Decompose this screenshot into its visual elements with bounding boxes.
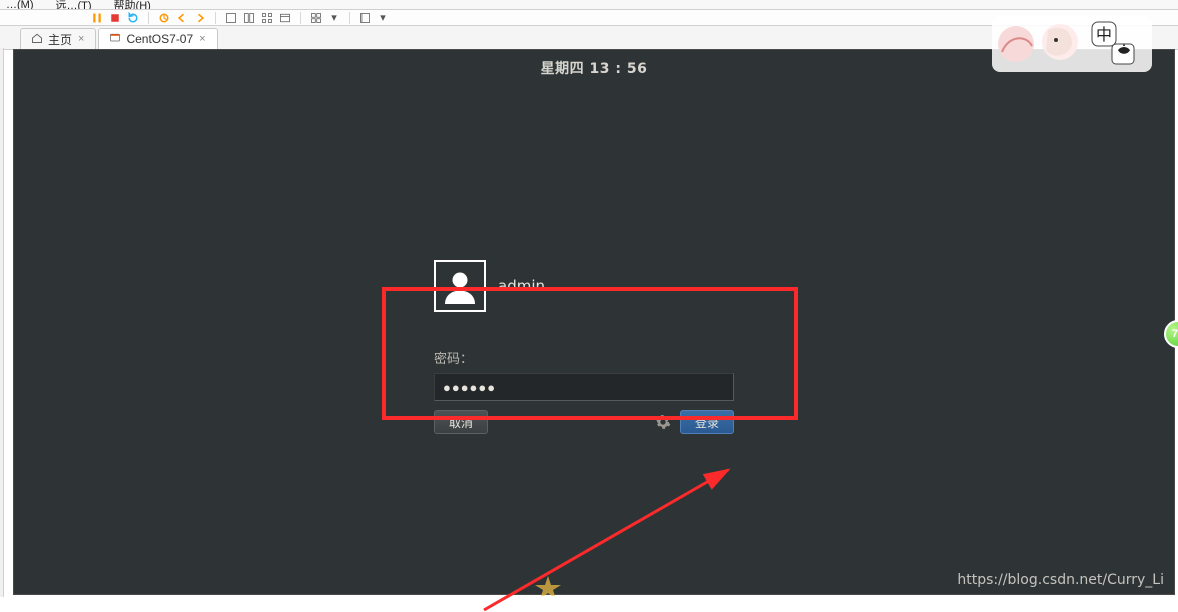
sidebar-strip <box>0 48 4 597</box>
restart-icon[interactable] <box>126 11 140 25</box>
menu-fragment[interactable]: …(M) <box>6 0 34 10</box>
revert-icon[interactable] <box>175 11 189 25</box>
watermark-text: https://blog.csdn.net/Curry_Li <box>957 572 1164 588</box>
guest-display: 星期四 13 : 56 admin 密码： 取消 登录 <box>14 50 1174 594</box>
badge-70-text: 70 <box>1172 328 1178 340</box>
unity-icon[interactable] <box>242 11 256 25</box>
tab-home[interactable]: 主页 × <box>20 28 96 50</box>
button-row: 取消 登录 <box>434 410 734 434</box>
fullscreen-icon[interactable] <box>224 11 238 25</box>
star-icon <box>534 576 562 600</box>
overlay-avatar: 中 <box>992 16 1152 72</box>
suspend-icon[interactable] <box>90 11 104 25</box>
snapshot-icon[interactable] <box>157 11 171 25</box>
chevron-down-icon[interactable]: ▾ <box>376 11 390 25</box>
password-input[interactable] <box>434 373 734 401</box>
forward-icon[interactable] <box>193 11 207 25</box>
tab-label: 主页 <box>48 31 72 48</box>
ime-indicator-text: 中 <box>1096 26 1112 44</box>
home-icon <box>31 32 43 47</box>
tile-icon[interactable] <box>309 11 323 25</box>
menu-fragment[interactable]: 帮助(H) <box>114 0 151 10</box>
password-label: 密码： <box>434 348 754 367</box>
chevron-down-icon[interactable]: ▾ <box>327 11 341 25</box>
host-menubar: …(M) 远…(T) 帮助(H) <box>0 0 1178 10</box>
tab-vm-centos7-07[interactable]: CentOS7-07 × <box>98 28 217 50</box>
toolbar-separator <box>300 12 301 24</box>
toolbar-separator <box>349 12 350 24</box>
login-button[interactable]: 登录 <box>680 410 734 434</box>
avatar-icon <box>434 260 486 312</box>
toolbar-separator <box>148 12 149 24</box>
user-row: admin <box>434 260 754 312</box>
sidebar-toggle-icon[interactable] <box>358 11 372 25</box>
poweroff-icon[interactable] <box>108 11 122 25</box>
clock-text: 星期四 13 : 56 <box>541 58 648 78</box>
cancel-button[interactable]: 取消 <box>434 410 488 434</box>
tab-label: CentOS7-07 <box>126 32 193 46</box>
view-icon[interactable] <box>260 11 274 25</box>
tab-close-icon[interactable]: × <box>77 33 85 45</box>
vm-icon <box>109 32 121 47</box>
username-label: admin <box>498 277 545 295</box>
tab-close-icon[interactable]: × <box>198 33 206 45</box>
login-form: admin 密码： 取消 登录 <box>434 260 754 401</box>
annotation-arrow <box>472 462 742 612</box>
menu-fragment[interactable]: 远…(T) <box>56 0 92 10</box>
library-icon[interactable] <box>278 11 292 25</box>
toolbar-separator <box>215 12 216 24</box>
gear-icon[interactable] <box>654 413 672 431</box>
